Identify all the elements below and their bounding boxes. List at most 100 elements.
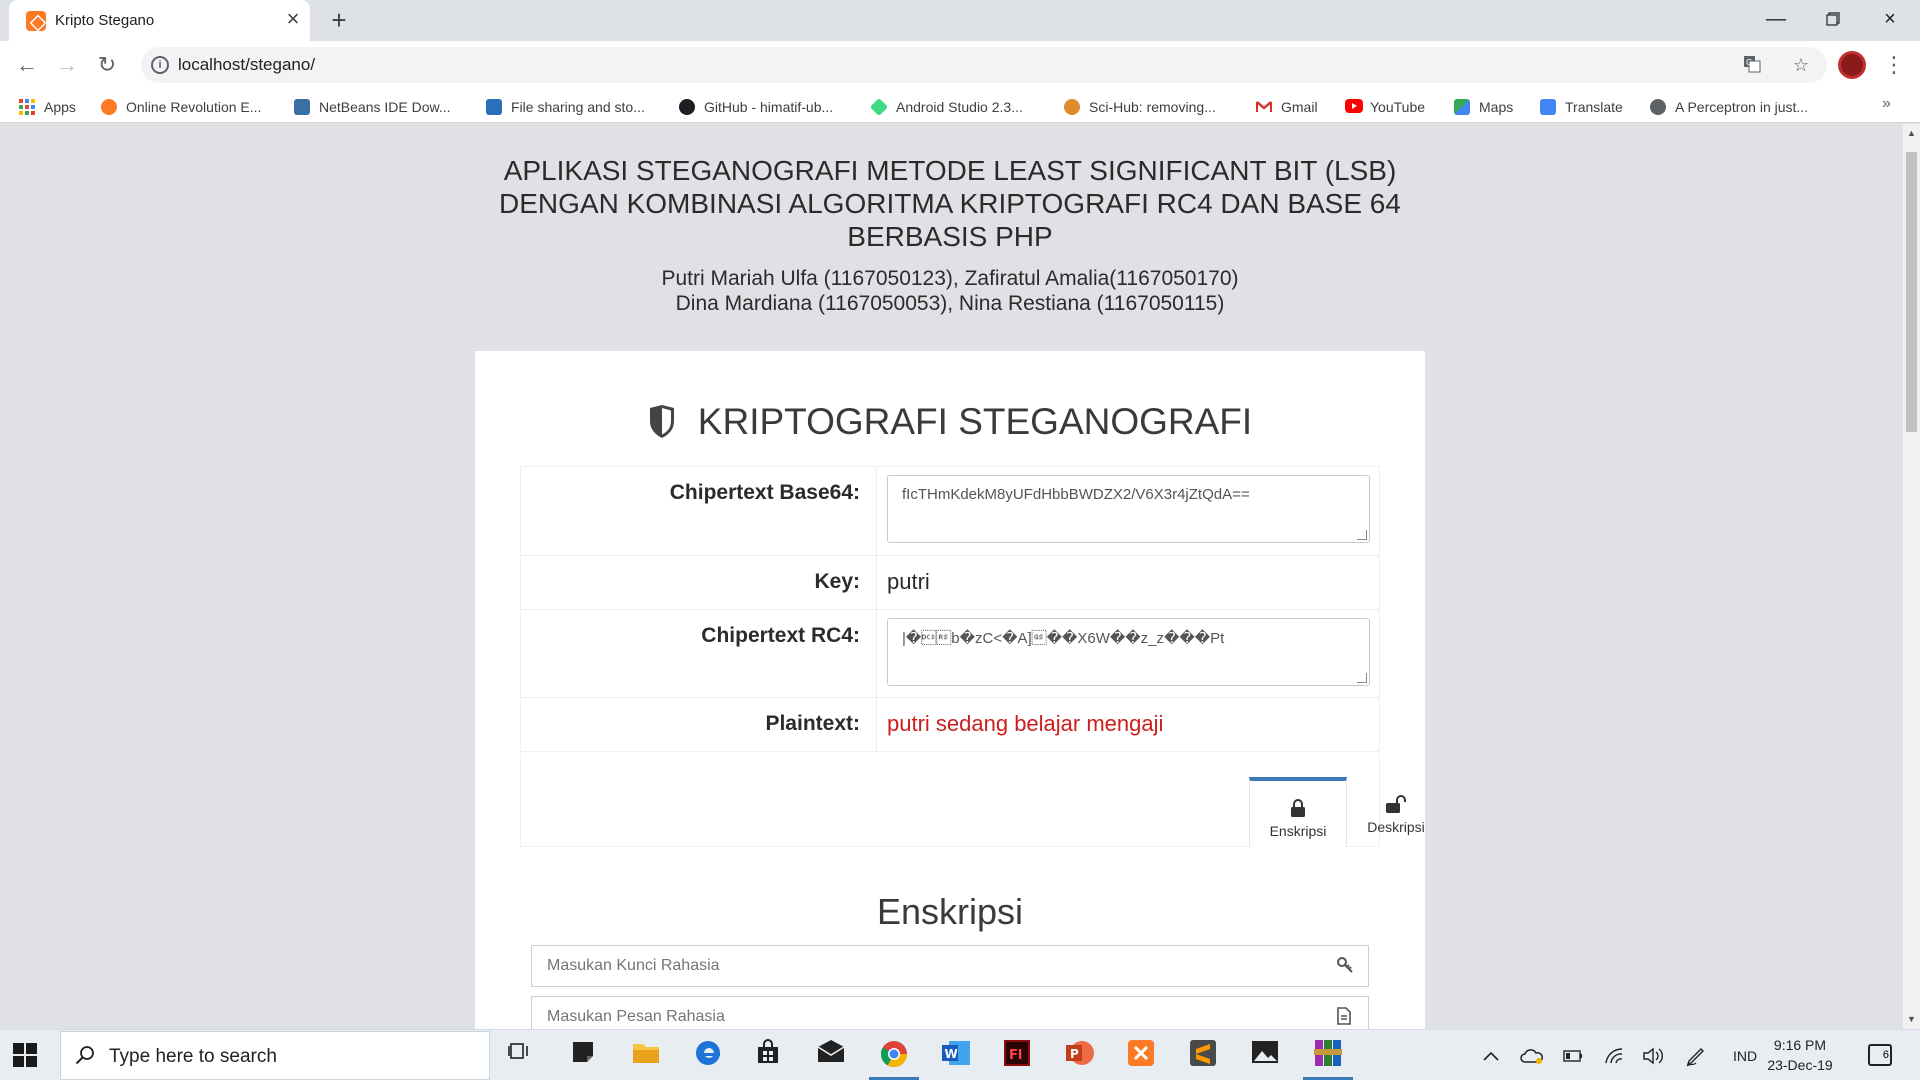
reload-button[interactable]: ↻ <box>92 50 122 80</box>
bookmark-youtube[interactable]: YouTube <box>1345 96 1425 118</box>
bookmark-maps[interactable]: Maps <box>1454 96 1513 118</box>
secret-key-field[interactable] <box>531 945 1369 987</box>
label-rc4: Chipertext RC4: <box>701 624 860 647</box>
windows-taskbar: Type here to search W Fl P IND 9:16 PM 2… <box>0 1029 1920 1080</box>
label-key: Key: <box>814 570 860 593</box>
browser-toolbar: ← → ↻ i localhost/stegano/ G ☆ ⋮ <box>0 41 1920 89</box>
bookmark-star-icon[interactable]: ☆ <box>1791 55 1811 75</box>
bookmark-perceptron[interactable]: A Perceptron in just... <box>1650 96 1808 118</box>
tab-deskripsi-label: Deskripsi <box>1367 819 1425 835</box>
tab-deskripsi[interactable]: Deskripsi <box>1347 777 1445 847</box>
value-cell-rc4: |� b�zC<�A] ��X6W��z_z���Pt <box>876 610 1381 697</box>
resize-grip-icon[interactable] <box>1357 530 1367 540</box>
page-scrollbar[interactable]: ▲ ▼ <box>1903 124 1920 1029</box>
url-text[interactable]: localhost/stegano/ <box>178 55 315 75</box>
key-icon <box>1336 956 1356 976</box>
bookmark-file-sharing[interactable]: File sharing and sto... <box>486 96 645 118</box>
svg-text:W: W <box>945 1047 958 1061</box>
sublime-text-icon[interactable] <box>1189 1039 1219 1069</box>
profile-avatar[interactable] <box>1838 51 1866 79</box>
minimize-button[interactable]: — <box>1753 4 1799 34</box>
value-cell-key: putri <box>876 556 1381 609</box>
powerpoint-icon[interactable]: P <box>1065 1039 1095 1069</box>
word-icon[interactable]: W <box>941 1039 971 1069</box>
chrome-icon[interactable] <box>879 1039 909 1069</box>
bookmark-online-revolution[interactable]: Online Revolution E... <box>101 96 261 118</box>
row-plaintext: Plaintext: putri sedang belajar mengaji <box>521 697 1379 751</box>
language-indicator[interactable]: IND <box>1733 1030 1757 1080</box>
bookmark-netbeans[interactable]: NetBeans IDE Dow... <box>294 96 451 118</box>
globe-icon <box>1650 99 1666 115</box>
mail-icon[interactable] <box>817 1039 847 1069</box>
authors-line-2: Dina Mardiana (1167050053), Nina Restian… <box>675 292 1225 315</box>
translate-icon[interactable]: G <box>1742 55 1762 75</box>
page-viewport: APLIKASI STEGANOGRAFI METODE LEAST SIGNI… <box>0 124 1903 1029</box>
restore-button[interactable] <box>1810 4 1856 34</box>
winrar-icon[interactable] <box>1313 1039 1343 1069</box>
lock-icon <box>1291 799 1305 817</box>
row-rc4: Chipertext RC4: |� b�zC<�A] ��X6W��z_z�… <box>521 609 1379 697</box>
pen-icon[interactable] <box>1685 1030 1707 1080</box>
search-placeholder: Type here to search <box>109 1046 277 1067</box>
bookmark-github[interactable]: GitHub - himatif-ub... <box>679 96 833 118</box>
label-base64: Chipertext Base64: <box>669 481 860 504</box>
bookmark-sci-hub[interactable]: Sci-Hub: removing... <box>1064 96 1216 118</box>
android-studio-icon <box>869 97 889 117</box>
mediafire-icon <box>486 99 502 115</box>
row-base64: Chipertext Base64: fIcTHmKdekM8yUFdHbbBW… <box>521 467 1379 555</box>
task-view-icon[interactable] <box>506 1039 536 1069</box>
bookmark-apps[interactable]: Apps <box>19 96 76 118</box>
close-tab-icon[interactable]: × <box>282 8 304 30</box>
svg-text:Fl: Fl <box>1009 1048 1022 1063</box>
secret-key-input[interactable] <box>532 946 1312 986</box>
browser-tab[interactable]: Kripto Stegano × <box>9 0 310 41</box>
scroll-up-icon[interactable]: ▲ <box>1907 128 1916 138</box>
forward-button[interactable]: → <box>52 50 82 80</box>
close-window-button[interactable]: × <box>1867 4 1913 34</box>
info-icon[interactable]: i <box>151 56 169 74</box>
notification-center-icon[interactable]: 6 <box>1868 1044 1892 1066</box>
photos-icon[interactable] <box>1251 1039 1281 1069</box>
gmail-icon <box>1256 99 1272 115</box>
volume-icon[interactable] <box>1642 1030 1664 1080</box>
secret-message-field[interactable] <box>531 996 1369 1029</box>
bookmark-gmail[interactable]: Gmail <box>1256 96 1318 118</box>
base64-textarea[interactable]: fIcTHmKdekM8yUFdHbbBWDZX2/V6X3r4jZtQdA== <box>887 475 1370 543</box>
bookmarks-overflow-icon[interactable]: » <box>1882 95 1891 113</box>
tab-enskripsi[interactable]: Enskripsi <box>1249 777 1347 847</box>
clock-date: 23-Dec-19 <box>1767 1057 1833 1073</box>
taskbar-search[interactable]: Type here to search <box>60 1031 490 1080</box>
rc4-textarea[interactable]: |� b�zC<�A] ��X6W��z_z���Pt <box>887 618 1370 686</box>
netbeans-icon <box>294 99 310 115</box>
github-icon <box>679 99 695 115</box>
system-clock[interactable]: 9:16 PM 23-Dec-19 <box>1760 1035 1840 1075</box>
maps-icon <box>1454 99 1470 115</box>
bookmark-android-studio[interactable]: Android Studio 2.3... <box>869 96 1023 118</box>
fireworks-icon[interactable]: Fl <box>1003 1039 1033 1069</box>
back-button[interactable]: ← <box>12 50 42 80</box>
sticky-notes-icon[interactable] <box>570 1039 600 1069</box>
xampp-icon[interactable] <box>1127 1039 1157 1069</box>
revolution-icon <box>101 99 117 115</box>
document-icon <box>1336 1007 1356 1027</box>
wifi-icon[interactable] <box>1604 1030 1624 1080</box>
scroll-down-icon[interactable]: ▼ <box>1907 1014 1916 1024</box>
address-bar[interactable]: i localhost/stegano/ G ☆ <box>141 47 1827 83</box>
new-tab-button[interactable]: + <box>325 6 353 34</box>
file-explorer-icon[interactable] <box>632 1039 662 1069</box>
resize-grip-icon[interactable] <box>1357 673 1367 683</box>
battery-icon[interactable] <box>1563 1030 1583 1080</box>
edge-icon[interactable] <box>694 1039 724 1069</box>
sci-hub-icon <box>1064 99 1080 115</box>
secret-message-input[interactable] <box>532 997 1312 1029</box>
onedrive-icon[interactable] <box>1520 1030 1544 1080</box>
tray-overflow-icon[interactable] <box>1483 1030 1499 1080</box>
section-title: Enskripsi <box>876 891 1024 932</box>
unlock-icon <box>1386 795 1406 813</box>
bookmark-translate[interactable]: Translate <box>1540 96 1623 118</box>
scroll-thumb[interactable] <box>1906 152 1917 432</box>
browser-menu-icon[interactable]: ⋮ <box>1883 50 1905 80</box>
store-icon[interactable] <box>755 1039 785 1069</box>
xampp-favicon-icon <box>26 11 46 31</box>
windows-start-icon[interactable] <box>12 1042 38 1068</box>
